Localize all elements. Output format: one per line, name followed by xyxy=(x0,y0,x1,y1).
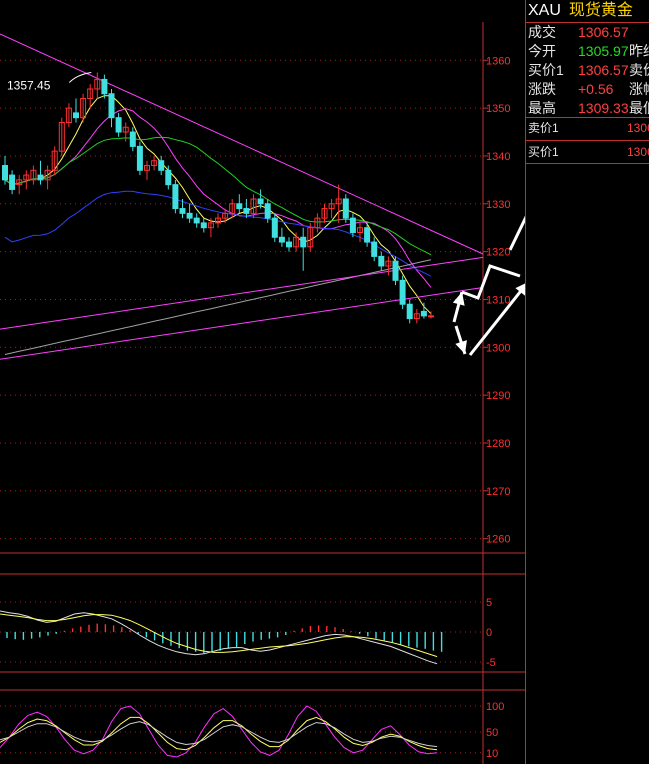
candle-down xyxy=(420,310,427,317)
candle-down xyxy=(129,131,136,147)
candle-down xyxy=(378,255,385,267)
candle-down xyxy=(101,78,108,95)
quote-row: 涨跌 +0.56 涨幅 xyxy=(526,80,649,99)
quote-label-secondary: 卖价 xyxy=(629,62,649,78)
y-tick-label: 1340 xyxy=(486,151,510,163)
arrow-line xyxy=(461,264,521,300)
quote-value: 1305.97 xyxy=(578,43,629,59)
quote-panel: XAU现货黄金 成交1306.57今开1305.97昨结买价11306.57卖价… xyxy=(525,0,649,764)
sell-label: 卖价1 xyxy=(528,121,559,135)
quote-value: +0.56 xyxy=(578,81,614,97)
candle-down xyxy=(179,208,186,214)
y-tick-label: 1350 xyxy=(486,103,510,115)
candle-down xyxy=(73,112,79,119)
candle-down xyxy=(406,303,413,320)
sell-row: 卖价1 1306 xyxy=(526,119,649,137)
y-tick-label: 1260 xyxy=(486,534,510,546)
quote-value: 1306.57 xyxy=(578,24,629,40)
candle-down xyxy=(278,236,285,243)
candle-down xyxy=(115,117,122,133)
y-tick-label: 1290 xyxy=(486,390,510,402)
candle-down xyxy=(243,208,250,214)
quote-label-secondary: 昨结 xyxy=(629,43,649,59)
sell-value: 1306 xyxy=(627,121,649,135)
buy-value: 1306 xyxy=(627,145,649,159)
high-annotation: 1357.45 xyxy=(7,78,51,92)
candle-down xyxy=(193,217,200,224)
y-tick-label: 1310 xyxy=(486,294,510,306)
kdj-line-1 xyxy=(0,716,438,751)
candle-down xyxy=(165,169,172,186)
candle-down xyxy=(300,236,307,248)
y-tick-label: 10 xyxy=(486,748,498,760)
y-tick-label: 1320 xyxy=(486,247,510,259)
quote-label-secondary: 最低 xyxy=(629,100,649,116)
quote-row: 成交 1306.57 xyxy=(526,23,649,42)
trendline-up-lower xyxy=(0,287,484,360)
candle-down xyxy=(264,203,271,219)
candle-down xyxy=(2,165,8,181)
candle-down xyxy=(37,174,44,181)
candle-down xyxy=(349,217,356,233)
candle-down xyxy=(200,222,207,229)
buy-label: 买价1 xyxy=(528,145,559,159)
y-tick-label: -5 xyxy=(486,657,496,669)
candle-down xyxy=(172,184,179,210)
quote-label-secondary: 涨幅 xyxy=(629,81,649,97)
quote-header: XAU 现货黄金 xyxy=(526,0,649,22)
candle-down xyxy=(108,93,115,119)
quote-row: 今开 1305.97昨结 xyxy=(526,42,649,61)
symbol-code: XAU xyxy=(528,2,561,19)
buy-row: 买价1 1306 xyxy=(526,143,649,161)
quote-row: 买价1 1306.57卖价 xyxy=(526,61,649,80)
candle-down xyxy=(158,160,165,171)
chart-canvas: 1357.45 1260 1270 1280 1290 1300 1310 1320 1330… xyxy=(0,22,525,764)
candle-down xyxy=(286,241,292,248)
candle-down xyxy=(136,145,143,171)
y-tick-label: 5 xyxy=(486,597,492,609)
candle-down xyxy=(236,203,243,210)
candle-down xyxy=(342,198,349,219)
candle-down xyxy=(392,260,399,281)
trendline-down xyxy=(0,33,484,255)
y-tick-label: 50 xyxy=(486,727,498,739)
candle-down xyxy=(364,227,371,243)
y-tick-label: 1270 xyxy=(486,486,510,498)
quote-label: 成交 xyxy=(528,24,556,40)
y-tick-label: 1280 xyxy=(486,438,510,450)
candle-down xyxy=(9,174,16,190)
quote-value: 1309.33 xyxy=(578,100,629,116)
y-tick-label: 0 xyxy=(486,627,492,639)
y-tick-label: 1360 xyxy=(486,55,510,67)
candle-down xyxy=(257,198,264,205)
candle-down xyxy=(371,241,378,257)
ma60-line xyxy=(4,259,432,355)
candle-down xyxy=(186,212,193,219)
y-tick-label: 1300 xyxy=(486,342,510,354)
y-tick-label: 1330 xyxy=(486,199,510,211)
quote-label: 涨跌 xyxy=(528,81,556,97)
candle-up xyxy=(428,315,434,318)
candle-down xyxy=(271,217,278,238)
candle-down xyxy=(399,279,406,305)
arrow-line xyxy=(508,215,525,251)
quote-value: 1306.57 xyxy=(578,62,629,78)
quote-label: 今开 xyxy=(528,43,556,59)
y-tick-label: 100 xyxy=(486,701,504,713)
quote-label: 买价1 xyxy=(528,62,564,78)
arrow-head xyxy=(455,340,467,354)
quote-row: 最高 1309.33最低 xyxy=(526,99,649,118)
ma10-line xyxy=(4,108,432,288)
quote-label: 最高 xyxy=(528,100,556,116)
symbol-name: 现货黄金 xyxy=(568,2,633,19)
